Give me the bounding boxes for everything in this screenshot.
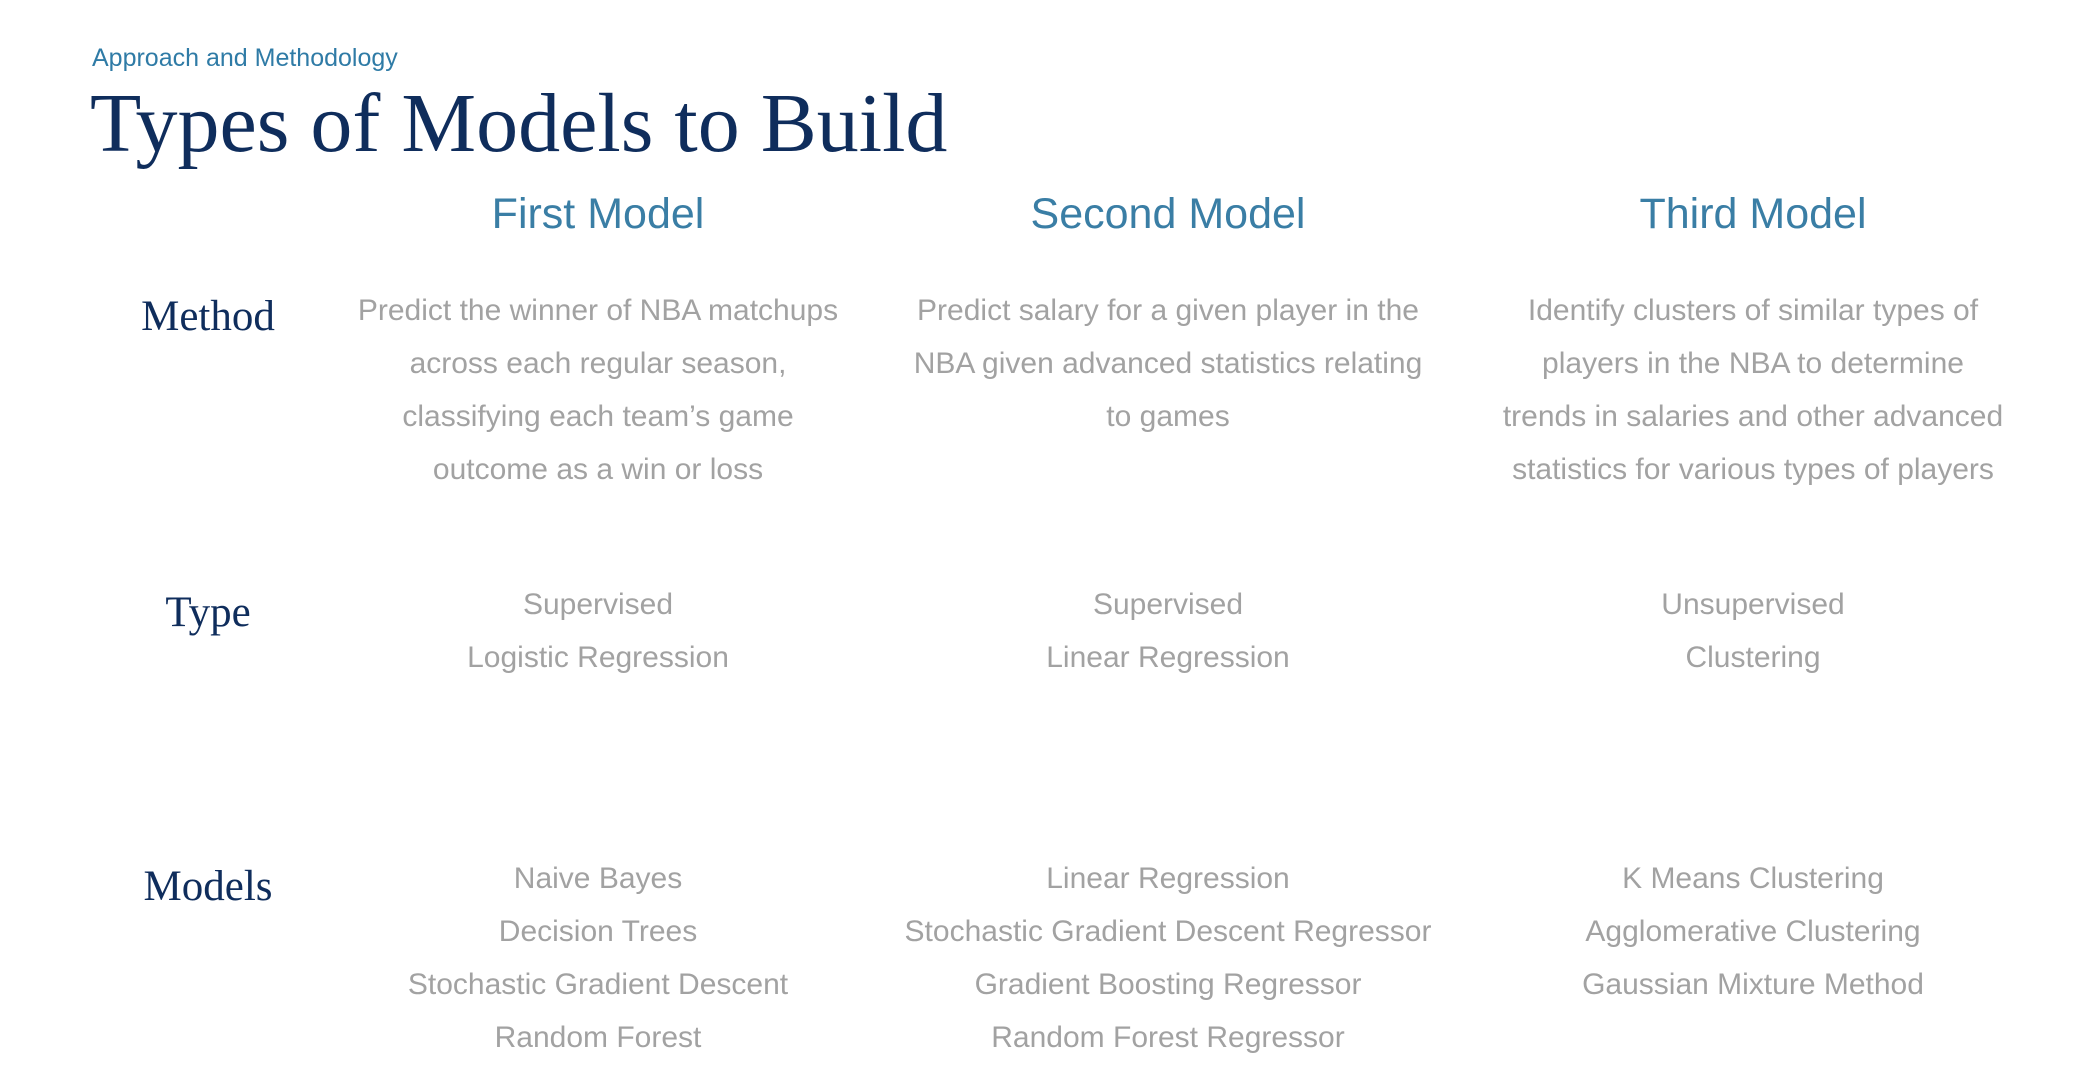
cell-line: K Means Clustering [1622, 862, 1884, 895]
models-cell-second-model: Linear Regression Stochastic Gradient De… [888, 852, 1448, 1064]
cell-line: Supervised [1092, 588, 1244, 621]
type-cell-third-model: Unsupervised Clustering [1473, 578, 2033, 684]
method-cell-first-model: Predict the winner of NBA matchups acros… [318, 284, 878, 496]
cell-line: to games [1106, 400, 1230, 433]
cell-line: NBA given advanced statistics relating [913, 347, 1423, 380]
cell-line: across each regular season, [409, 347, 787, 380]
method-cell-third-model: Identify clusters of similar types of pl… [1473, 284, 2033, 496]
cell-line: Stochastic Gradient Descent [407, 968, 789, 1001]
column-header-third-model: Third Model [1639, 190, 1867, 238]
cell-line: Logistic Regression [467, 641, 729, 674]
cell-line: players in the NBA to determine [1542, 347, 1964, 380]
cell-line: Stochastic Gradient Descent Regressor [904, 915, 1432, 948]
cell-line: Unsupervised [1661, 588, 1845, 621]
cell-line: classifying each team’s game [402, 400, 794, 433]
column-header-first-model: First Model [491, 190, 705, 238]
cell-line: Gaussian Mixture Method [1582, 968, 1924, 1001]
models-cell-third-model: K Means Clustering Agglomerative Cluster… [1473, 852, 2033, 1011]
row-label-method: Method [141, 293, 275, 340]
models-cell-first-model: Naive Bayes Decision Trees Stochastic Gr… [318, 852, 878, 1064]
method-cell-second-model: Predict salary for a given player in the… [888, 284, 1448, 443]
cell-line: Clustering [1685, 641, 1821, 674]
type-cell-first-model: Supervised Logistic Regression [318, 578, 878, 684]
cell-line: Agglomerative Clustering [1585, 915, 1921, 948]
row-label-models: Models [143, 863, 273, 910]
cell-line: Identify clusters of similar types of [1527, 294, 1979, 327]
cell-line: outcome as a win or loss [432, 453, 764, 486]
page-title: Types of Models to Build [90, 77, 948, 170]
cell-line: trends in salaries and other advanced [1502, 400, 2004, 433]
cell-line: statistics for various types of players [1512, 453, 1994, 486]
cell-line: Naive Bayes [513, 862, 683, 895]
cell-line: Gradient Boosting Regressor [974, 968, 1362, 1001]
cell-line: Supervised [522, 588, 674, 621]
cell-line: Random Forest [494, 1021, 702, 1054]
cell-line: Decision Trees [498, 915, 698, 948]
cell-line: Linear Regression [1046, 641, 1290, 674]
cell-line: Predict the winner of NBA matchups [357, 294, 839, 327]
section-kicker: Approach and Methodology [92, 44, 398, 72]
type-cell-second-model: Supervised Linear Regression [888, 578, 1448, 684]
cell-line: Random Forest Regressor [991, 1021, 1345, 1054]
row-label-type: Type [165, 589, 251, 636]
cell-line: Predict salary for a given player in the [917, 294, 1419, 327]
column-header-second-model: Second Model [1030, 190, 1306, 238]
cell-line: Linear Regression [1046, 862, 1290, 895]
